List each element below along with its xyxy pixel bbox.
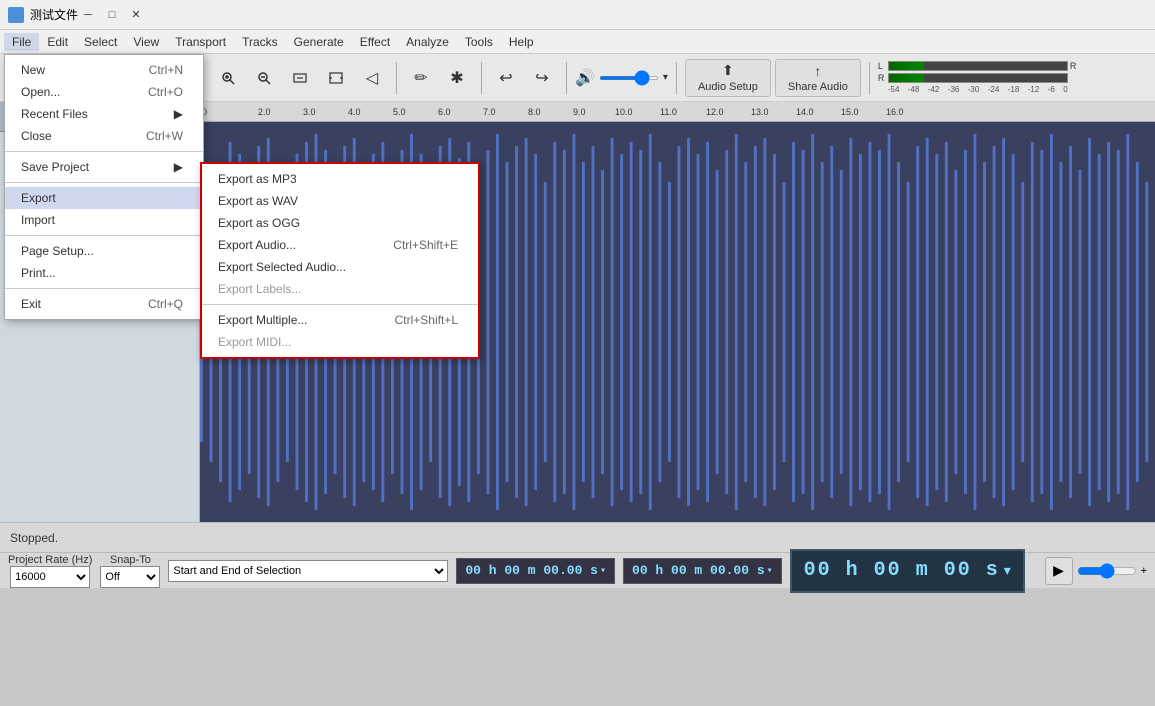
separator (5, 182, 203, 183)
snap-to-label: Snap-To (110, 554, 151, 566)
project-rate-section: Project Rate (Hz) 16000 44100 48000 (8, 554, 92, 588)
redo-button[interactable]: ↪ (526, 62, 558, 94)
close-button[interactable]: ✕ (126, 5, 146, 25)
menu-item-analyze[interactable]: Analyze (398, 33, 457, 51)
file-menu-dropdown: New Ctrl+N Open... Ctrl+O Recent Files ▶… (4, 54, 204, 320)
menu-item-tracks[interactable]: Tracks (234, 33, 286, 51)
export-wav[interactable]: Export as WAV (202, 190, 478, 212)
share-audio-label: Share Audio (788, 81, 848, 93)
audio-setup-icon: ⬆ (722, 62, 734, 79)
zoom-fit-button[interactable] (320, 62, 352, 94)
time-end-value: 00 h 00 m 00.00 s (632, 563, 765, 578)
maximize-button[interactable]: □ (102, 5, 122, 25)
vu-meters: L R R -54 -48 -42 -36 -30 -24 -18 -12 -6… (878, 61, 1078, 94)
export-multiple[interactable]: Export Multiple... Ctrl+Shift+L (202, 309, 478, 331)
vu-bar-left (888, 61, 1068, 71)
separator-6 (676, 62, 677, 94)
menu-item-transport[interactable]: Transport (167, 33, 234, 51)
menu-close[interactable]: Close Ctrl+W (5, 125, 203, 147)
selection-mode-section: Start and End of Selection Start and Len… (168, 560, 448, 582)
transport-counter: 00 h 00 m 00 s ▾ (790, 549, 1025, 593)
time-start-value: 00 h 00 m 00.00 s (465, 563, 598, 578)
volume-slider[interactable] (599, 76, 659, 80)
share-audio-icon: ↑ (814, 63, 821, 79)
menu-new[interactable]: New Ctrl+N (5, 59, 203, 81)
separator-7 (869, 62, 870, 94)
separator (5, 235, 203, 236)
multi-tool-button[interactable]: ✱ (441, 62, 473, 94)
vu-r-indicator: R (1070, 61, 1078, 71)
draw-tool-button[interactable]: ✏ (405, 62, 437, 94)
menu-export[interactable]: Export (5, 187, 203, 209)
bottom-bar: Project Rate (Hz) 16000 44100 48000 Snap… (0, 552, 1155, 588)
zoom-in-button[interactable] (212, 62, 244, 94)
share-audio-button[interactable]: ↑ Share Audio (775, 59, 861, 97)
export-ogg[interactable]: Export as OGG (202, 212, 478, 234)
separator-5 (566, 62, 567, 94)
menu-print[interactable]: Print... (5, 262, 203, 284)
vu-meter-top: L R (878, 61, 1078, 71)
export-mp3[interactable]: Export as MP3 (202, 168, 478, 190)
time-display-start: 00 h 00 m 00.00 s ▾ (456, 558, 615, 584)
menu-item-view[interactable]: View (125, 33, 167, 51)
export-audio[interactable]: Export Audio... Ctrl+Shift+E (202, 234, 478, 256)
menu-page-setup[interactable]: Page Setup... (5, 240, 203, 262)
separator-4 (481, 62, 482, 94)
menu-item-select[interactable]: Select (76, 33, 125, 51)
menu-save-project[interactable]: Save Project ▶ (5, 156, 203, 178)
project-rate-select[interactable]: 16000 44100 48000 (10, 566, 90, 588)
bottom-transport: ▶ + (1045, 557, 1147, 585)
menu-recent-files[interactable]: Recent Files ▶ (5, 103, 203, 125)
menu-item-generate[interactable]: Generate (286, 33, 352, 51)
snap-to-section: Snap-To Off Bar Beat (100, 554, 160, 588)
zoom-back-button[interactable]: ◁ (356, 62, 388, 94)
vu-r-label: R (878, 73, 886, 83)
volume-icon: 🔊 (575, 68, 595, 88)
status-bar: Stopped. (0, 522, 1155, 552)
audio-setup-button[interactable]: ⬆ Audio Setup (685, 59, 771, 97)
vu-fill-right (924, 74, 1066, 82)
snap-to-select[interactable]: Off Bar Beat (100, 566, 160, 588)
minimize-button[interactable]: ─ (78, 5, 98, 25)
title-bar: 测试文件 ─ □ ✕ (0, 0, 1155, 30)
status-text: Stopped. (10, 531, 58, 545)
volume-control: 🔊 ▾ (575, 68, 668, 88)
zoom-selection-button[interactable] (284, 62, 316, 94)
vu-scale: -54 -48 -42 -36 -30 -24 -18 -12 -6 0 (888, 85, 1068, 94)
separator (202, 304, 478, 305)
app-icon (8, 7, 24, 23)
window-controls: ─ □ ✕ (78, 5, 146, 25)
export-midi: Export MIDI... (202, 331, 478, 353)
zoom-out-button[interactable] (248, 62, 280, 94)
menu-item-effect[interactable]: Effect (352, 33, 398, 51)
bottom-play-button[interactable]: ▶ (1045, 557, 1073, 585)
bottom-position-slider[interactable] (1077, 563, 1137, 579)
menu-item-file[interactable]: File (4, 33, 39, 51)
separator (5, 288, 203, 289)
menu-item-help[interactable]: Help (501, 33, 542, 51)
export-labels: Export Labels... (202, 278, 478, 300)
menu-exit[interactable]: Exit Ctrl+Q (5, 293, 203, 315)
time-display-end: 00 h 00 m 00.00 s ▾ (623, 558, 782, 584)
title-text: 测试文件 (30, 6, 78, 23)
time-ruler: 0 2.0 3.0 4.0 5.0 6.0 7.0 8.0 9.0 10.0 1… (200, 102, 1155, 122)
export-selected-audio[interactable]: Export Selected Audio... (202, 256, 478, 278)
selection-mode-select[interactable]: Start and End of Selection Start and Len… (168, 560, 448, 582)
menu-import[interactable]: Import (5, 209, 203, 231)
menu-open[interactable]: Open... Ctrl+O (5, 81, 203, 103)
separator (5, 151, 203, 152)
vu-bar-right (888, 73, 1068, 83)
export-submenu: Export as MP3 Export as WAV Export as OG… (200, 162, 480, 359)
counter-display: 00 h 00 m 00 s (804, 559, 1000, 582)
menu-item-tools[interactable]: Tools (457, 33, 501, 51)
vu-fill-left (924, 62, 1066, 70)
separator-3 (396, 62, 397, 94)
audio-setup-label: Audio Setup (698, 81, 758, 93)
vu-meter-bottom: R (878, 73, 1078, 83)
project-rate-label: Project Rate (Hz) (8, 554, 92, 566)
vu-l-label: L (878, 61, 886, 71)
menu-item-edit[interactable]: Edit (39, 33, 76, 51)
menu-bar: File Edit Select View Transport Tracks G… (0, 30, 1155, 54)
undo-button[interactable]: ↩ (490, 62, 522, 94)
